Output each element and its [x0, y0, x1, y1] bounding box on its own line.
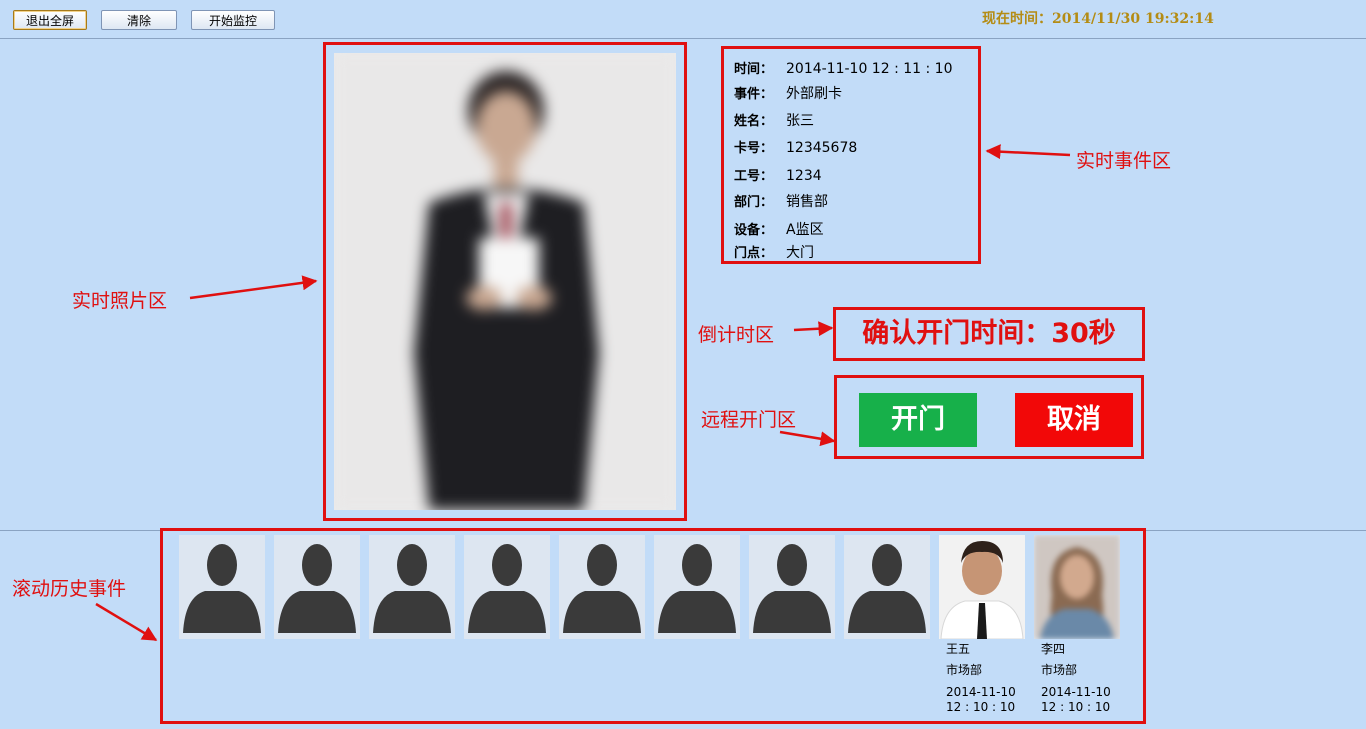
- history-time: 12 : 10 : 10: [946, 700, 1016, 714]
- event-row-device: 设备： A监区: [734, 219, 824, 239]
- event-value: 2014-11-10 12 : 11 : 10: [786, 61, 953, 77]
- history-department: 市场部: [946, 663, 983, 677]
- event-row-department: 部门： 销售部: [734, 191, 828, 211]
- history-item[interactable]: [369, 535, 455, 639]
- history-name: 李四: [1041, 642, 1066, 656]
- user-silhouette-icon: [179, 535, 265, 639]
- event-value: A监区: [786, 222, 824, 238]
- event-label: 设备：: [734, 223, 774, 238]
- user-silhouette-icon: [559, 535, 645, 639]
- annotation-event: 实时事件区: [1076, 150, 1172, 172]
- event-value: 销售部: [786, 194, 828, 210]
- exit-fullscreen-button[interactable]: 退出全屏: [13, 10, 87, 30]
- history-date: 2014-11-10: [1041, 685, 1111, 699]
- history-item[interactable]: [179, 535, 265, 639]
- annotation-countdown: 倒计时区: [698, 324, 775, 346]
- realtime-photo-area: [323, 42, 687, 521]
- event-label: 时间：: [734, 62, 774, 77]
- toolbar: 退出全屏 清除 开始监控 现在时间：2014/11/30 19:32:14: [0, 0, 1366, 38]
- event-label: 工号：: [734, 169, 774, 184]
- history-item[interactable]: [274, 535, 360, 639]
- event-value: 张三: [786, 113, 814, 129]
- event-value: 外部刷卡: [786, 86, 842, 102]
- start-monitor-button[interactable]: 开始监控: [191, 10, 275, 30]
- history-photo: [1034, 535, 1120, 639]
- countdown-text: 确认开门时间：30秒: [862, 318, 1116, 349]
- divider-top: [0, 38, 1366, 39]
- user-silhouette-icon: [844, 535, 930, 639]
- user-silhouette-icon: [464, 535, 550, 639]
- event-label: 事件：: [734, 87, 774, 102]
- countdown-area: 确认开门时间：30秒: [833, 307, 1145, 361]
- history-item[interactable]: 王五 市场部 2014-11-10 12 : 10 : 10: [939, 535, 1025, 715]
- history-name: 王五: [946, 642, 971, 656]
- event-row-door: 门点： 大门: [734, 242, 814, 262]
- arrow-event: [985, 144, 1071, 160]
- annotation-photo: 实时照片区: [72, 290, 168, 312]
- arrow-countdown: [793, 321, 834, 337]
- arrow-history: [95, 602, 158, 642]
- arrow-photo: [189, 275, 318, 300]
- history-photo: [939, 535, 1025, 639]
- user-silhouette-icon: [274, 535, 360, 639]
- user-silhouette-icon: [369, 535, 455, 639]
- event-label: 部门：: [734, 195, 774, 210]
- history-item[interactable]: [749, 535, 835, 639]
- history-item[interactable]: [464, 535, 550, 639]
- remote-open-area: 开门 取消: [834, 375, 1144, 459]
- event-label: 门点：: [734, 246, 774, 261]
- history-item[interactable]: [654, 535, 740, 639]
- user-silhouette-icon: [749, 535, 835, 639]
- history-item[interactable]: [844, 535, 930, 639]
- event-label: 卡号：: [734, 141, 774, 156]
- event-value: 大门: [786, 245, 814, 261]
- realtime-photo: [334, 53, 676, 510]
- event-row-employee-id: 工号： 1234: [734, 165, 822, 184]
- annotation-remote: 远程开门区: [701, 409, 797, 431]
- event-row-name: 姓名： 张三: [734, 110, 814, 130]
- clear-button[interactable]: 清除: [101, 10, 177, 30]
- history-events-area: 王五 市场部 2014-11-10 12 : 10 : 10 李四 市场部 20…: [160, 528, 1146, 724]
- history-department: 市场部: [1041, 663, 1078, 677]
- history-item[interactable]: 李四 市场部 2014-11-10 12 : 10 : 10: [1034, 535, 1120, 715]
- arrow-remote: [779, 430, 836, 447]
- event-row-event: 事件： 外部刷卡: [734, 83, 842, 103]
- history-date: 2014-11-10: [946, 685, 1016, 699]
- event-value: 12345678: [786, 140, 858, 156]
- history-item[interactable]: [559, 535, 645, 639]
- event-row-card: 卡号： 12345678: [734, 137, 857, 156]
- event-row-time: 时间： 2014-11-10 12 : 11 : 10: [734, 58, 953, 77]
- event-label: 姓名：: [734, 114, 774, 129]
- annotation-history: 滚动历史事件: [12, 578, 127, 600]
- cancel-button[interactable]: 取消: [1015, 393, 1133, 447]
- event-value: 1234: [786, 168, 822, 184]
- current-time: 现在时间：2014/11/30 19:32:14: [982, 11, 1214, 27]
- history-time: 12 : 10 : 10: [1041, 700, 1111, 714]
- open-door-button[interactable]: 开门: [859, 393, 977, 447]
- user-silhouette-icon: [654, 535, 740, 639]
- realtime-event-area: 时间： 2014-11-10 12 : 11 : 10 事件： 外部刷卡 姓名： 张三…: [721, 46, 981, 264]
